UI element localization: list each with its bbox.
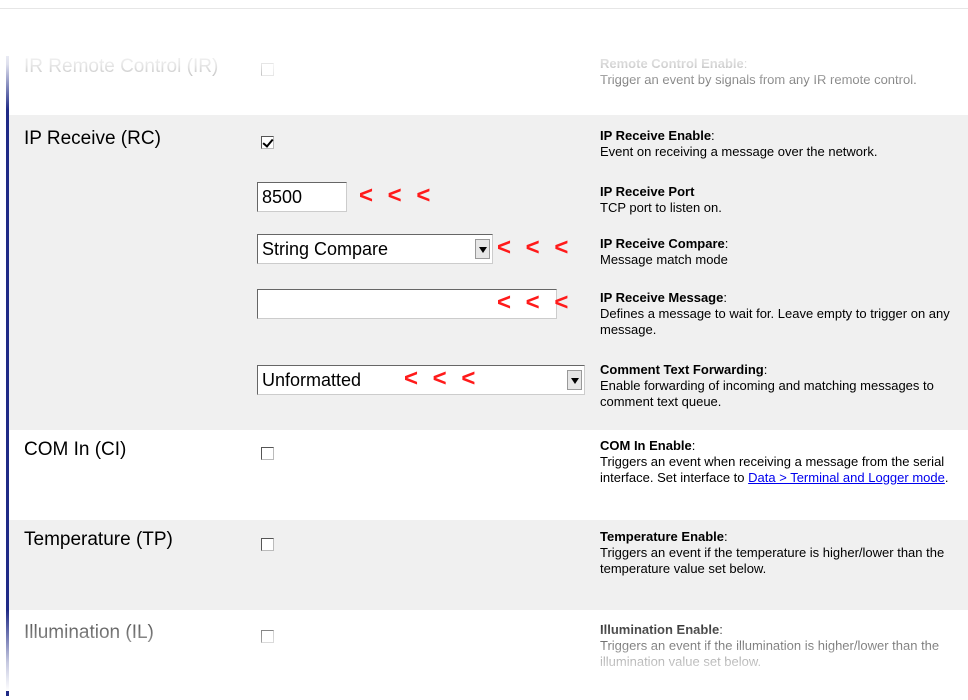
desc-text-ir: Trigger an event by signals from any IR … <box>600 72 917 87</box>
annotation-arrows: < < < <box>497 289 573 316</box>
desc-text-il: Triggers an event if the illumination is… <box>600 638 940 669</box>
desc-title-rc-compare: IP Receive Compare <box>600 236 725 251</box>
desc-title-rc-forwarding: Comment Text Forwarding <box>600 362 764 377</box>
checkbox-com-in[interactable] <box>261 447 274 460</box>
checkbox-illumination[interactable] <box>261 630 274 643</box>
top-divider <box>0 8 968 9</box>
desc-title-rc-message: IP Receive Message <box>600 290 724 305</box>
compare-select[interactable]: String Compare <box>257 234 493 264</box>
desc-end-ci: . <box>944 470 949 485</box>
desc-text-rc-port: TCP port to listen on. <box>600 200 722 215</box>
row-ip-receive: IP Receive (RC) IP Receive Enable: Event… <box>9 115 968 430</box>
port-input[interactable]: 8500 <box>257 182 347 212</box>
event-settings-table: IR Remote Control (IR) Remote Control En… <box>9 50 968 700</box>
row-com-in: COM In (CI) COM In Enable: Triggers an e… <box>9 430 968 520</box>
label-ip-receive: IP Receive (RC) <box>24 128 161 149</box>
label-temperature: Temperature (TP) <box>24 529 173 550</box>
label-illumination: Illumination (IL) <box>24 622 154 643</box>
forwarding-select-value: Unformatted <box>262 370 362 390</box>
row-ir-remote: IR Remote Control (IR) Remote Control En… <box>9 50 968 115</box>
desc-text-rc-compare: Message match mode <box>600 252 728 267</box>
checkbox-temperature[interactable] <box>261 538 274 551</box>
row-illumination: Illumination (IL) Illumination Enable: T… <box>9 610 968 700</box>
desc-com-in: COM In Enable: Triggers an event when re… <box>600 438 949 485</box>
desc-text-tp: Triggers an event if the temperature is … <box>600 545 945 576</box>
compare-select-value: String Compare <box>262 239 389 259</box>
desc-title-ci: COM In Enable <box>600 438 692 453</box>
desc-title-tp: Temperature Enable <box>600 529 725 544</box>
label-ir-remote: IR Remote Control (IR) <box>24 56 219 77</box>
checkbox-ir-remote[interactable] <box>261 63 274 76</box>
desc-title-il: Illumination Enable <box>600 622 720 637</box>
annotation-arrows: < < < <box>404 365 480 392</box>
row-temperature: Temperature (TP) Temperature Enable: Tri… <box>9 520 968 610</box>
chevron-down-icon[interactable] <box>475 239 490 259</box>
desc-title-rc-port: IP Receive Port <box>600 184 695 199</box>
desc-temperature: Temperature Enable: Triggers an event if… <box>600 529 945 576</box>
desc-ip-receive-port: IP Receive Port TCP port to listen on. <box>600 184 965 216</box>
checkbox-ip-receive[interactable] <box>261 136 274 149</box>
desc-text-rc-message: Defines a message to wait for. Leave emp… <box>600 306 950 337</box>
annotation-arrows: < < < <box>359 182 435 209</box>
desc-text-rc-forwarding: Enable forwarding of incoming and matchi… <box>600 378 934 409</box>
desc-ip-receive-message: IP Receive Message: Defines a message to… <box>600 290 950 337</box>
desc-comment-forwarding: Comment Text Forwarding: Enable forwardi… <box>600 362 934 409</box>
annotation-arrows: < < < <box>497 234 573 261</box>
desc-illumination: Illumination Enable: Triggers an event i… <box>600 622 940 669</box>
chevron-down-icon[interactable] <box>567 370 582 390</box>
desc-title-rc-enable: IP Receive Enable <box>600 128 712 143</box>
desc-ip-receive-enable: IP Receive Enable: Event on receiving a … <box>600 128 878 159</box>
desc-title-ir: Remote Control Enable <box>600 56 744 71</box>
desc-ip-receive-compare: IP Receive Compare: Message match mode <box>600 236 729 267</box>
label-com-in: COM In (CI) <box>24 439 127 460</box>
link-terminal-logger-mode[interactable]: Data > Terminal and Logger mode <box>748 470 945 485</box>
desc-ir-remote: Remote Control Enable: Trigger an event … <box>600 56 917 87</box>
desc-text-rc-enable: Event on receiving a message over the ne… <box>600 144 878 159</box>
